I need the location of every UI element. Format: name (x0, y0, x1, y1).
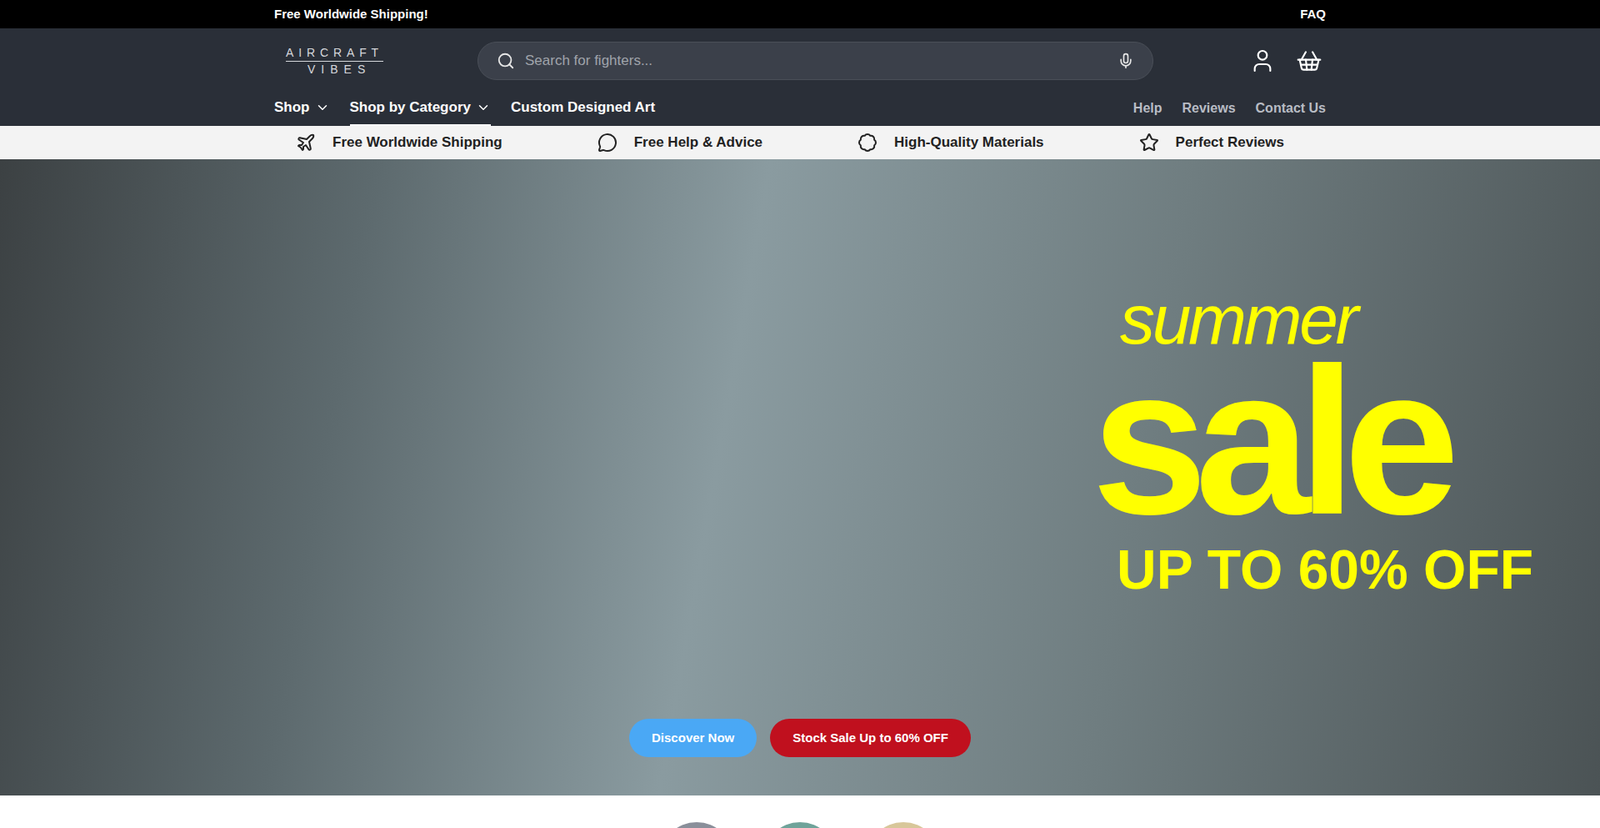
nav-link[interactable]: Contact Us (1255, 98, 1326, 119)
main-nav: Shop Shop by Category Custom Designed Art H… (274, 90, 1326, 126)
category-strip (0, 795, 1600, 828)
star-icon (1139, 132, 1160, 153)
feature-item: High-Quality Materials (857, 131, 1044, 154)
feature-item: Free Worldwide Shipping (295, 131, 503, 154)
hero-button[interactable]: Stock Sale Up to 60% OFF (770, 718, 971, 757)
features-bar: Free Worldwide Shipping Free Help & Advic… (0, 125, 1600, 160)
faq-link[interactable]: FAQ (1300, 5, 1326, 25)
category-thumbnail[interactable] (763, 821, 837, 828)
nav-link[interactable]: Reviews (1182, 98, 1236, 119)
header: AIRCRAFTVIBESSearch for fighters...ShopS… (0, 28, 1600, 126)
feature-item: Free Help & Advice (597, 131, 763, 154)
sale-headline: summersaleUP TO 60% OFF (1091, 284, 1575, 719)
account-icon[interactable] (1249, 47, 1276, 75)
search-icon (496, 51, 515, 70)
announcement-bar: Free Worldwide Shipping! FAQ (0, 0, 1600, 29)
plane-icon (295, 132, 316, 153)
nav-item[interactable]: Shop by Category (350, 90, 491, 126)
nav-item[interactable]: Custom Designed Art (510, 90, 655, 126)
search-field[interactable]: Search for fighters... (477, 41, 1154, 80)
nav-link[interactable]: Help (1133, 98, 1163, 119)
logo[interactable]: AIRCRAFTVIBES (274, 45, 478, 77)
search-placeholder: Search for fighters... (525, 50, 1108, 72)
category-thumbnail[interactable] (866, 821, 940, 828)
chevron-down-icon (475, 100, 491, 115)
basket-icon[interactable] (1295, 47, 1323, 75)
announcement-text: Free Worldwide Shipping! (274, 5, 429, 25)
page: Free Worldwide Shipping! FAQ AIRCRAFTVIBES… (0, 0, 1600, 828)
badge-icon (857, 132, 878, 153)
chevron-down-icon (315, 100, 330, 115)
microphone-icon[interactable] (1117, 52, 1135, 70)
nav-item[interactable]: Shop (274, 90, 330, 126)
feature-item: Perfect Reviews (1139, 131, 1285, 154)
hero-banner: summersaleUP TO 60% OFF Discover Now Stock… (0, 159, 1600, 795)
hero-button[interactable]: Discover Now (629, 718, 757, 757)
category-thumbnail[interactable] (660, 821, 734, 828)
chat-icon (597, 132, 618, 153)
